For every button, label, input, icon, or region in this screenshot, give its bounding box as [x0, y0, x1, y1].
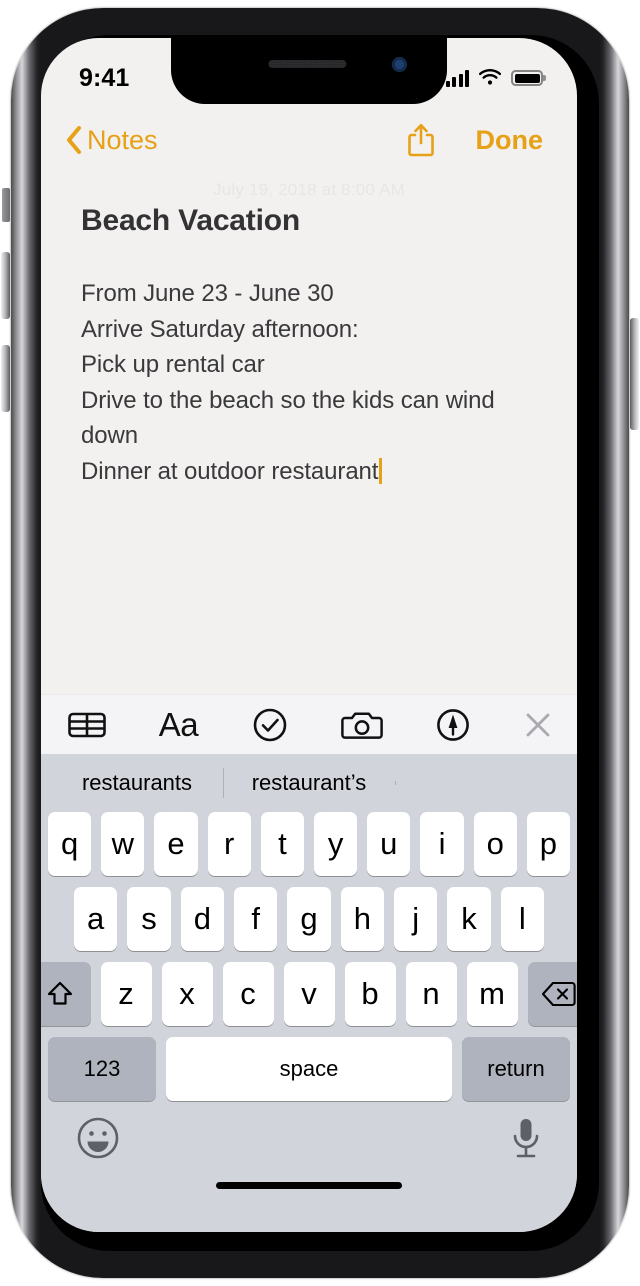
chevron-left-icon [67, 126, 81, 154]
table-icon[interactable] [41, 695, 133, 754]
note-title: Beach Vacation [81, 204, 300, 237]
back-to-notes-label: Notes [87, 124, 158, 155]
note-editor[interactable]: Beach Vacation From June 23 - June 30 Ar… [41, 176, 577, 694]
done-button[interactable]: Done [476, 125, 544, 156]
key-w[interactable]: w [101, 812, 145, 876]
key-q[interactable]: q [47, 812, 92, 876]
volume-up-button[interactable] [1, 252, 10, 319]
keyboard-bottom-bar [41, 1109, 577, 1205]
key-u[interactable]: u [367, 812, 411, 876]
key-t[interactable]: t [260, 812, 304, 876]
key-a[interactable]: a [74, 887, 118, 951]
phone-screen: 9:41 July 19, 2018 at 8:00 AM Notes Done… [41, 38, 577, 1232]
home-indicator[interactable] [216, 1182, 402, 1189]
key-r[interactable]: r [207, 812, 251, 876]
keyboard-row-1: q w e r t y u i o p [41, 812, 577, 876]
format-aa-icon[interactable]: Aa [133, 695, 225, 754]
key-d[interactable]: d [180, 887, 224, 951]
key-f[interactable]: f [234, 887, 278, 951]
markup-pen-icon[interactable] [407, 695, 499, 754]
key-g[interactable]: g [287, 887, 331, 951]
key-e[interactable]: e [154, 812, 198, 876]
format-aa-label: Aa [158, 705, 199, 743]
power-button[interactable] [630, 318, 639, 430]
mute-switch[interactable] [2, 188, 10, 222]
key-k[interactable]: k [447, 887, 491, 951]
key-z[interactable]: z [100, 962, 152, 1026]
notch [171, 38, 447, 104]
keyboard-row-4: 123 space return [41, 1037, 577, 1101]
checklist-icon[interactable] [224, 695, 316, 754]
battery-full-icon [511, 70, 543, 86]
key-x[interactable]: x [161, 962, 213, 1026]
key-n[interactable]: n [405, 962, 457, 1026]
suggestion-item[interactable]: restaurant’s [223, 764, 395, 802]
backspace-icon[interactable] [527, 962, 577, 1026]
keyboard-row-3: z x c v b n m [41, 962, 577, 1026]
keyboard-row-2: a s d f g h j k l [41, 887, 577, 951]
nav-bar-right-group: Done [406, 122, 544, 158]
notes-toolbar: Aa [41, 694, 577, 754]
suggestion-bar: restaurants restaurant’s [41, 754, 577, 812]
key-v[interactable]: v [283, 962, 335, 1026]
suggestion-item[interactable]: restaurants [51, 764, 223, 802]
status-time: 9:41 [79, 63, 130, 92]
space-key[interactable]: space [166, 1037, 452, 1101]
key-s[interactable]: s [127, 887, 171, 951]
battery-fill [514, 73, 540, 83]
emoji-smiley-icon[interactable] [75, 1115, 121, 1161]
suggestion-item[interactable] [395, 777, 567, 789]
key-y[interactable]: y [314, 812, 358, 876]
return-key[interactable]: return [462, 1037, 570, 1101]
key-h[interactable]: h [340, 887, 384, 951]
key-o[interactable]: o [473, 812, 517, 876]
shift-icon[interactable] [41, 962, 91, 1026]
note-body-wrapper: From June 23 - June 30 Arrive Saturday a… [81, 276, 537, 489]
note-body: From June 23 - June 30 Arrive Saturday a… [81, 280, 495, 485]
key-c[interactable]: c [222, 962, 274, 1026]
wifi-icon [479, 69, 501, 85]
back-to-notes-button[interactable]: Notes [65, 125, 158, 156]
keyboard: restaurants restaurant’s q w e r t y u i… [41, 754, 577, 1232]
key-b[interactable]: b [344, 962, 396, 1026]
camera-icon[interactable] [316, 695, 408, 754]
close-icon[interactable] [499, 695, 577, 754]
nav-bar: Notes Done [41, 104, 577, 176]
key-j[interactable]: j [393, 887, 438, 951]
front-camera [392, 57, 407, 72]
cellular-signal-icon [445, 70, 469, 87]
earpiece-speaker [268, 60, 347, 68]
volume-down-button[interactable] [1, 345, 10, 412]
share-icon[interactable] [406, 122, 436, 158]
microphone-icon[interactable] [509, 1115, 543, 1163]
key-l[interactable]: l [500, 887, 544, 951]
key-p[interactable]: p [526, 812, 571, 876]
status-icons [445, 69, 543, 87]
text-cursor [379, 457, 383, 484]
numbers-key[interactable]: 123 [48, 1037, 156, 1101]
key-m[interactable]: m [466, 962, 518, 1026]
key-i[interactable]: i [420, 812, 464, 876]
